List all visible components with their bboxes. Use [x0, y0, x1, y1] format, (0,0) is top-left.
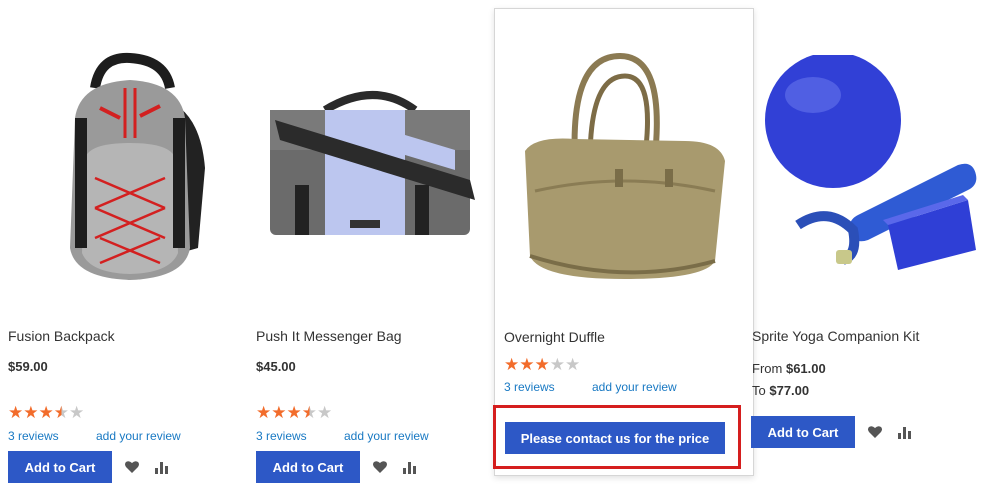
product-price-from: From $61.00: [752, 361, 826, 376]
product-name[interactable]: Overnight Duffle: [504, 329, 605, 345]
star-empty-icon: ★: [549, 355, 565, 374]
product-price-to: To $77.00: [752, 383, 809, 398]
star-empty-icon: ★: [69, 403, 85, 422]
product-name[interactable]: Sprite Yoga Companion Kit: [752, 328, 919, 344]
star-icon: ★: [23, 403, 39, 422]
star-icon: ★: [519, 355, 535, 374]
product-image-duffle[interactable]: [515, 51, 735, 283]
heart-icon[interactable]: [372, 459, 388, 475]
heart-icon[interactable]: [867, 424, 883, 440]
star-icon: ★: [8, 403, 24, 422]
star-icon: ★: [286, 403, 302, 422]
reviews-link[interactable]: 3 reviews: [8, 429, 59, 443]
bar-chart-icon[interactable]: [402, 459, 418, 475]
add-to-cart-button[interactable]: Add to Cart: [256, 451, 360, 483]
price-from-value: $61.00: [785, 361, 826, 376]
rating-stars: ★★★★★: [8, 404, 84, 421]
add-review-link[interactable]: add your review: [344, 429, 429, 443]
price-to-label: To: [752, 383, 766, 398]
rating-stars: ★★★★★: [504, 356, 580, 373]
product-image-messenger-bag[interactable]: [265, 90, 485, 245]
star-icon: ★: [256, 403, 272, 422]
product-image-yoga-kit[interactable]: [758, 55, 980, 280]
rating-stars: ★★★★★: [256, 404, 332, 421]
add-review-link[interactable]: add your review: [592, 380, 677, 394]
price-to-value: $77.00: [769, 383, 810, 398]
star-icon: ★: [38, 403, 54, 422]
highlight-box: [493, 405, 741, 469]
product-image-backpack[interactable]: [40, 48, 215, 283]
reviews-link[interactable]: 3 reviews: [256, 429, 307, 443]
price-from-label: From: [752, 361, 783, 376]
reviews-link[interactable]: 3 reviews: [504, 380, 555, 394]
star-icon: ★: [271, 403, 287, 422]
add-to-cart-button[interactable]: Add to Cart: [8, 451, 112, 483]
add-review-link[interactable]: add your review: [96, 429, 181, 443]
star-half-icon: ★: [53, 403, 69, 422]
add-to-cart-button[interactable]: Add to Cart: [751, 416, 855, 448]
star-icon: ★: [504, 355, 520, 374]
bar-chart-icon[interactable]: [154, 459, 170, 475]
product-name[interactable]: Push It Messenger Bag: [256, 328, 402, 344]
star-icon: ★: [534, 355, 550, 374]
product-name[interactable]: Fusion Backpack: [8, 328, 115, 344]
product-price: $45.00: [256, 359, 296, 374]
star-empty-icon: ★: [565, 355, 581, 374]
star-half-icon: ★: [301, 403, 317, 422]
bar-chart-icon[interactable]: [897, 424, 913, 440]
heart-icon[interactable]: [124, 459, 140, 475]
product-price: $59.00: [8, 359, 48, 374]
star-empty-icon: ★: [317, 403, 333, 422]
